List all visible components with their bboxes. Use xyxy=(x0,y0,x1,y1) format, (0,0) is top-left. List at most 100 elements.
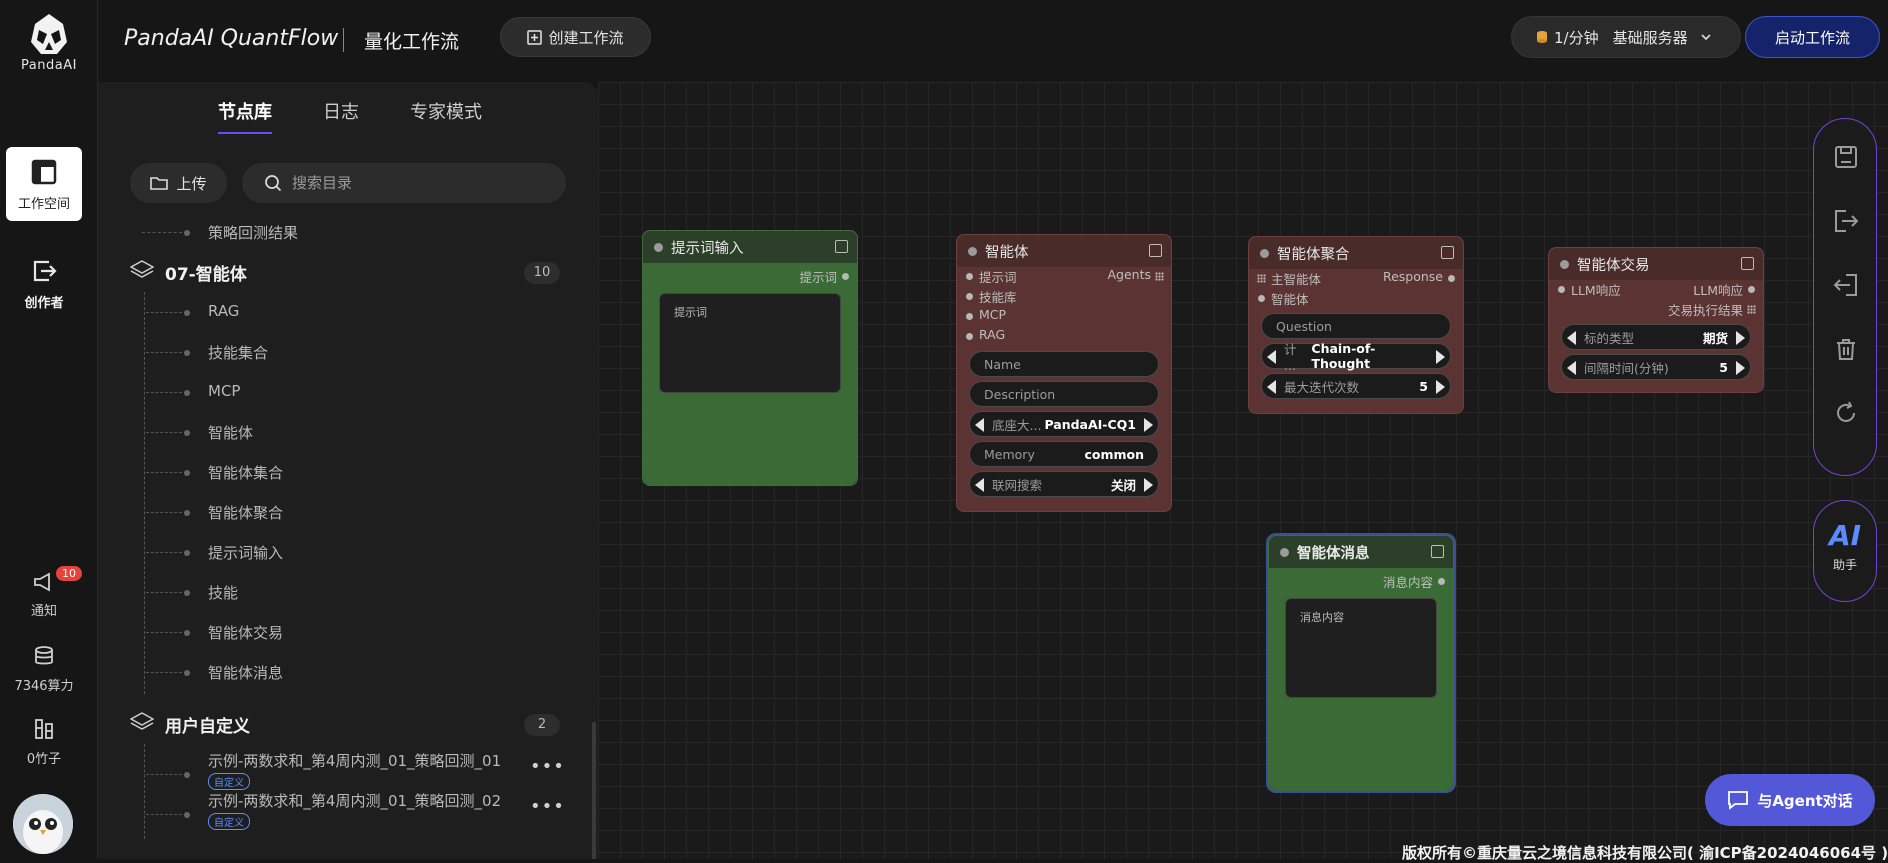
prompt-textarea[interactable]: 提示词 xyxy=(659,293,841,393)
node-agent[interactable]: 智能体 提示词 Agents 技能库 MCP RAG Name Descripti… xyxy=(956,234,1172,512)
port-dot[interactable] xyxy=(1258,295,1265,302)
tab-node-library[interactable]: 节点库 xyxy=(218,98,272,134)
message-textarea[interactable]: 消息内容 xyxy=(1285,598,1437,698)
more-options-icon[interactable]: ••• xyxy=(530,756,565,777)
input-port[interactable]: 智能体 xyxy=(1249,289,1463,309)
import-icon[interactable] xyxy=(1832,271,1860,299)
trash-icon[interactable] xyxy=(1832,335,1860,363)
port-dot[interactable] xyxy=(966,273,973,280)
export-icon[interactable] xyxy=(1832,207,1860,235)
node-agent-aggregate[interactable]: 智能体聚合 主智能体 Response 智能体 Question 计 ... Cha… xyxy=(1248,236,1464,414)
input-port[interactable]: 技能库 xyxy=(957,287,1171,307)
start-workflow-button[interactable]: 启动工作流 xyxy=(1745,16,1880,58)
custom-tag: 自定义 xyxy=(208,813,250,830)
node-header[interactable]: 提示词输入 xyxy=(643,231,857,263)
edit-icon[interactable] xyxy=(835,240,848,253)
refresh-icon[interactable] xyxy=(1832,399,1860,427)
port-dot[interactable] xyxy=(1558,286,1565,293)
rail-item-creator[interactable]: 创作者 xyxy=(6,258,82,311)
edit-icon[interactable] xyxy=(1431,545,1444,558)
max-iterations-stepper[interactable]: 最大迭代次数 5 xyxy=(1261,373,1451,399)
output-port[interactable]: 消息内容 xyxy=(1269,572,1453,592)
group-title-agents[interactable]: 07-智能体 xyxy=(165,260,247,285)
tree-leaf-agent-collection[interactable]: 智能体集合 xyxy=(146,462,283,483)
port-grid-icon[interactable] xyxy=(1747,305,1756,314)
rail-item-workspace[interactable]: 工作空间 xyxy=(6,147,82,221)
more-options-icon[interactable]: ••• xyxy=(530,796,565,817)
search-input[interactable] xyxy=(290,173,550,193)
output-port[interactable]: 提示词 xyxy=(643,267,857,287)
search-box[interactable] xyxy=(242,163,566,203)
name-field[interactable]: Name xyxy=(969,351,1159,377)
model-selector[interactable]: 底座大... PandaAI-CQ1 xyxy=(969,411,1159,437)
node-header[interactable]: 智能体 xyxy=(957,235,1171,267)
interval-stepper[interactable]: 间隔时间(分钟) 5 xyxy=(1561,354,1751,380)
tree-leaf[interactable]: 策略回测结果 xyxy=(142,222,298,243)
edit-icon[interactable] xyxy=(1441,246,1454,259)
port-dot[interactable] xyxy=(966,313,973,320)
port-dot[interactable] xyxy=(966,333,973,340)
rail-item-compute[interactable]: 7346算力 xyxy=(6,645,82,694)
node-prompt-input[interactable]: 提示词输入 提示词 提示词 xyxy=(642,230,858,486)
tree-leaf-custom-1[interactable]: 示例-两数求和_第4周内测_01_策略回测_01 自定义 xyxy=(146,750,508,790)
node-header[interactable]: 智能体消息 xyxy=(1269,536,1453,568)
tree-leaf-skill-set[interactable]: 技能集合 xyxy=(146,342,269,363)
instrument-type-selector[interactable]: 标的类型 期货 xyxy=(1561,324,1751,350)
brand-subtitle: 量化工作流 xyxy=(364,31,460,53)
edit-icon[interactable] xyxy=(1149,244,1162,257)
ai-assistant-button[interactable]: AI 助手 xyxy=(1813,500,1877,602)
workflow-canvas[interactable]: 提示词输入 提示词 提示词 智能体 提示词 Agents 技能库 MCP RAG … xyxy=(598,82,1888,859)
description-field[interactable]: Description xyxy=(969,381,1159,407)
chat-with-agent-button[interactable]: 与Agent对话 xyxy=(1705,774,1875,826)
tree-leaf-mcp[interactable]: MCP xyxy=(146,382,240,400)
save-icon[interactable] xyxy=(1832,143,1860,171)
input-port[interactable]: LLM响应 LLM响应 xyxy=(1549,280,1763,300)
tree-leaf-prompt-input[interactable]: 提示词输入 xyxy=(146,542,283,563)
web-search-toggle[interactable]: 联网搜索 关闭 xyxy=(969,471,1159,497)
input-port[interactable]: RAG xyxy=(957,327,1171,347)
port-grid-icon[interactable] xyxy=(1155,272,1164,281)
node-header[interactable]: 智能体交易 xyxy=(1549,248,1763,280)
port-dot[interactable] xyxy=(1448,275,1455,282)
tree-leaf-agent-aggregate[interactable]: 智能体聚合 xyxy=(146,502,284,523)
tree-leaf-label: 智能体聚合 xyxy=(208,504,284,522)
upload-button[interactable]: 上传 xyxy=(130,163,227,203)
input-port[interactable]: MCP xyxy=(957,307,1171,327)
tree-leaf-label: 技能集合 xyxy=(208,344,269,362)
user-avatar[interactable] xyxy=(13,794,73,854)
group-title-user-custom[interactable]: 用户自定义 xyxy=(165,712,250,737)
tree-leaf-rag[interactable]: RAG xyxy=(146,302,239,320)
tab-expert-mode[interactable]: 专家模式 xyxy=(410,98,482,124)
output-port[interactable]: 交易执行结果 xyxy=(1549,300,1763,320)
create-workflow-button[interactable]: 创建工作流 xyxy=(500,17,651,57)
tree-leaf-agent[interactable]: 智能体 xyxy=(146,422,253,443)
panda-logo-icon xyxy=(31,14,67,54)
question-field[interactable]: Question xyxy=(1261,313,1451,339)
node-header[interactable]: 智能体聚合 xyxy=(1249,237,1463,269)
tree-leaf-custom-2[interactable]: 示例-两数求和_第4周内测_01_策略回测_02 自定义 xyxy=(146,790,508,830)
tree-leaf-skill[interactable]: 技能 xyxy=(146,582,238,603)
field-label: 底座大... xyxy=(992,417,1042,433)
server-selector[interactable]: 1/分钟 基础服务器 xyxy=(1511,16,1741,58)
input-port[interactable]: 主智能体 Response xyxy=(1249,269,1463,289)
tab-logs[interactable]: 日志 xyxy=(323,98,359,124)
port-dot[interactable] xyxy=(842,273,849,280)
node-agent-message[interactable]: 智能体消息 消息内容 消息内容 xyxy=(1268,535,1454,791)
node-agent-trade[interactable]: 智能体交易 LLM响应 LLM响应 交易执行结果 标的类型 期货 间隔时间(分钟) 5 xyxy=(1548,247,1764,393)
tree-leaf-agent-message[interactable]: 智能体消息 xyxy=(146,662,283,683)
port-dot[interactable] xyxy=(966,293,973,300)
input-port[interactable]: 提示词 Agents xyxy=(957,267,1171,287)
field-value: 5 xyxy=(1419,378,1428,394)
panel-scrollbar[interactable] xyxy=(592,722,596,859)
app-logo[interactable]: PandaAI xyxy=(0,12,98,73)
port-grid-icon[interactable] xyxy=(1257,274,1266,283)
rail-item-notify[interactable]: 10 通知 xyxy=(6,566,82,619)
reasoning-mode-selector[interactable]: 计 ... Chain-of-Thought xyxy=(1261,341,1451,373)
port-dot[interactable] xyxy=(1748,286,1755,293)
brand-title: PandaAI QuantFlow xyxy=(124,26,339,51)
rail-item-bamboo[interactable]: 0竹子 xyxy=(6,718,82,767)
port-dot[interactable] xyxy=(1438,578,1445,585)
edit-icon[interactable] xyxy=(1741,257,1754,270)
tree-leaf-agent-trade[interactable]: 智能体交易 xyxy=(146,622,283,643)
memory-field[interactable]: Memory common xyxy=(969,441,1159,467)
